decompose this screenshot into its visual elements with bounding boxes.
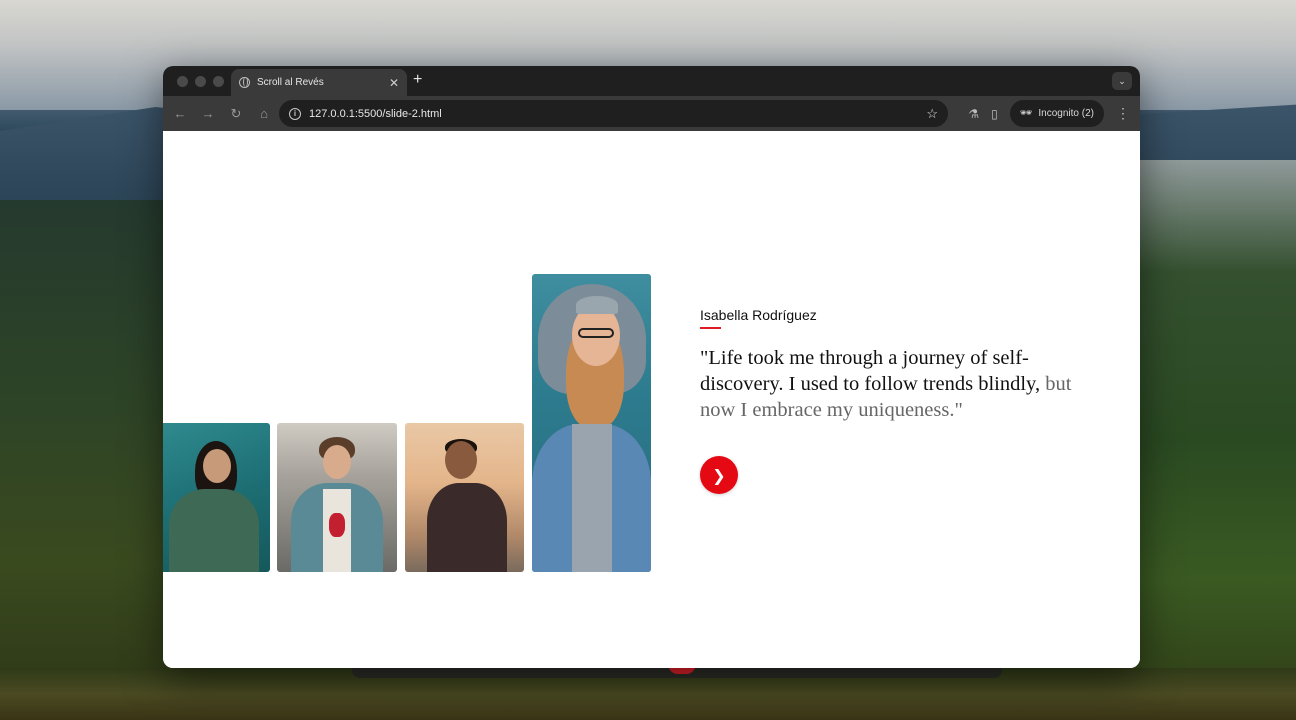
reload-icon[interactable]: ↻ [229, 106, 243, 122]
info-icon[interactable]: i [289, 107, 301, 120]
incognito-label: Incognito (2) [1038, 108, 1094, 119]
desktop-forest-left [0, 200, 170, 720]
next-slide-button[interactable]: ❯ [700, 456, 738, 494]
star-icon[interactable]: ☆ [926, 106, 938, 122]
new-tab-button[interactable]: + [413, 71, 422, 89]
kebab-menu-icon[interactable]: ⋮ [1116, 105, 1130, 122]
home-icon[interactable]: ⌂ [257, 106, 271, 121]
page-content: Isabella Rodríguez "Life took me through… [163, 131, 1140, 668]
browser-window: Scroll al Revés ✕ + ⌄ ← → ↻ ⌂ i 127.0.0.… [163, 66, 1140, 668]
testimonial-photo-3[interactable] [405, 423, 524, 572]
url-text[interactable]: 127.0.0.1:5500/slide-2.html [309, 108, 918, 120]
close-icon[interactable]: ✕ [389, 76, 399, 90]
testimonial-photo-2[interactable] [277, 423, 397, 572]
incognito-badge[interactable]: 🕶 Incognito (2) [1009, 100, 1104, 127]
window-controls [177, 76, 224, 87]
photo-face [203, 449, 231, 483]
photo-beanie [576, 296, 618, 314]
photo-body [169, 489, 259, 572]
photo-face [445, 441, 477, 479]
tab-bar: Scroll al Revés ✕ + ⌄ [163, 66, 1140, 96]
address-bar[interactable]: i 127.0.0.1:5500/slide-2.html ☆ [279, 100, 948, 127]
maximize-window-button[interactable] [213, 76, 224, 87]
quote-main: "Life took me through a journey of self-… [700, 347, 1041, 395]
chevron-right-icon: ❯ [712, 465, 726, 485]
photo-shirt-print [329, 513, 345, 537]
close-window-button[interactable] [177, 76, 188, 87]
photo-glasses [578, 328, 614, 338]
tab-active[interactable]: Scroll al Revés ✕ [231, 69, 407, 96]
globe-icon [239, 77, 250, 88]
photo-body [427, 483, 507, 572]
browser-toolbar: ← → ↻ ⌂ i 127.0.0.1:5500/slide-2.html ☆ … [163, 96, 1140, 131]
testimonial-photo-featured[interactable] [532, 274, 651, 572]
flask-icon[interactable]: ⚗ [968, 107, 979, 121]
back-arrow-icon[interactable]: ← [173, 106, 187, 121]
desktop-forest-right [1130, 160, 1296, 720]
testimonial-quote: "Life took me through a journey of self-… [700, 345, 1090, 423]
name-underline [700, 327, 721, 329]
testimonial-photo-1[interactable] [163, 423, 270, 572]
photo-face [323, 445, 351, 479]
testimonial-name: Isabella Rodríguez [700, 307, 817, 323]
forward-arrow-icon[interactable]: → [201, 106, 215, 121]
photo-hoodie [572, 424, 612, 572]
tab-title: Scroll al Revés [257, 77, 324, 88]
chevron-down-icon[interactable]: ⌄ [1112, 72, 1132, 90]
minimize-window-button[interactable] [195, 76, 206, 87]
incognito-icon: 🕶 [1019, 108, 1033, 119]
side-panel-icon[interactable]: ▯ [991, 107, 998, 121]
toolbar-right: ⚗ ▯ 🕶 Incognito (2) ⋮ [968, 100, 1130, 127]
